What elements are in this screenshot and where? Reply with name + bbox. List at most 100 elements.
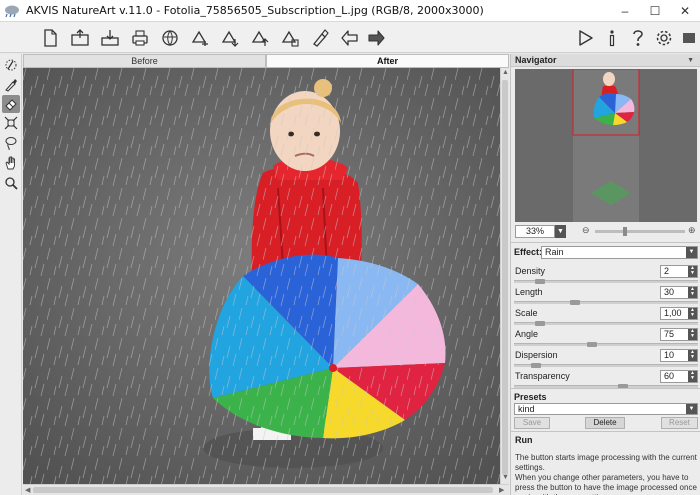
help-button[interactable] <box>626 26 650 50</box>
zoom-in-icon[interactable]: ⊕ <box>688 225 696 236</box>
effect-value: Rain <box>545 247 564 257</box>
collapse-arrow-icon[interactable]: ▼ <box>687 54 694 67</box>
param-slider[interactable] <box>514 363 698 368</box>
maximize-button[interactable]: ☐ <box>640 0 670 22</box>
info-button[interactable] <box>600 26 624 50</box>
settings-button[interactable] <box>652 26 676 50</box>
effect-select[interactable]: Rain ▼ <box>541 246 698 259</box>
zoom-value[interactable]: 33% <box>515 225 555 238</box>
brush-button[interactable] <box>308 26 332 50</box>
spinner-icon[interactable]: ▲ ▼ <box>688 287 697 298</box>
divider <box>511 388 700 389</box>
hand-tool-icon <box>5 156 15 170</box>
brush-tool[interactable] <box>2 76 20 94</box>
save-image-button[interactable] <box>98 26 122 50</box>
spinner-icon[interactable]: ▲ ▼ <box>688 350 697 361</box>
lasso-tool[interactable] <box>2 134 20 152</box>
vertical-scroll-thumb[interactable] <box>502 80 508 475</box>
run-icon <box>579 30 593 46</box>
preset-select[interactable]: kind ▼ <box>514 403 698 415</box>
redo-arrow-icon <box>368 30 385 46</box>
zoom-controls: 33% ▼ ⊖ ⊕ <box>515 225 697 239</box>
new-file-button[interactable] <box>38 26 62 50</box>
export-icon <box>251 30 269 46</box>
param-value: 1,00 <box>664 308 682 318</box>
rain-photo <box>23 68 500 484</box>
vertical-scrollbar[interactable]: ▲ ▼ <box>500 68 509 484</box>
share-button[interactable] <box>158 26 182 50</box>
param-slider[interactable] <box>514 279 698 284</box>
tab-before[interactable]: Before <box>23 54 266 68</box>
tab-after[interactable]: After <box>266 54 509 68</box>
crop-tool[interactable] <box>2 114 20 132</box>
param-value-field[interactable]: 1,00 ▲ ▼ <box>660 307 698 320</box>
param-row: Angle 75 ▲ ▼ <box>514 328 698 349</box>
zoom-out-icon[interactable]: ⊖ <box>582 225 590 236</box>
reset-preset-button[interactable]: Reset <box>661 417 698 429</box>
image-canvas[interactable] <box>23 68 500 484</box>
param-value-field[interactable]: 75 ▲ ▼ <box>660 328 698 341</box>
param-slider[interactable] <box>514 321 698 326</box>
redo-button[interactable] <box>364 26 388 50</box>
open-image-button[interactable] <box>68 26 92 50</box>
scroll-right-icon[interactable]: ▶ <box>499 486 504 494</box>
zoom-dropdown-icon[interactable]: ▼ <box>555 225 566 238</box>
spinner-icon[interactable]: ▲ ▼ <box>688 371 697 382</box>
param-value: 10 <box>664 350 675 360</box>
save-preset-button[interactable]: Save <box>514 417 550 429</box>
brush-icon <box>313 29 329 47</box>
print-button[interactable] <box>128 26 152 50</box>
import-button[interactable] <box>218 26 242 50</box>
scroll-left-icon[interactable]: ◀ <box>25 486 30 494</box>
param-slider[interactable] <box>514 300 698 305</box>
snapshot-button[interactable] <box>278 26 302 50</box>
run-button[interactable] <box>573 26 597 50</box>
spinner-icon[interactable]: ▲ ▼ <box>688 266 697 277</box>
eraser-tool[interactable] <box>2 95 20 113</box>
zoom-slider-knob[interactable] <box>623 227 627 236</box>
close-button[interactable]: ✕ <box>670 0 700 22</box>
crop-tool-icon <box>4 116 18 130</box>
param-slider[interactable] <box>514 342 698 347</box>
param-slider-knob[interactable] <box>587 342 597 347</box>
param-slider-knob[interactable] <box>570 300 580 305</box>
param-row: Length 30 ▲ ▼ <box>514 286 698 307</box>
zoom-tool[interactable] <box>2 174 20 192</box>
zoom-tool-icon <box>5 177 18 190</box>
param-slider-knob[interactable] <box>535 279 545 284</box>
spinner-icon[interactable]: ▲ ▼ <box>688 329 697 340</box>
settings-icon <box>656 30 672 46</box>
export-button[interactable] <box>248 26 272 50</box>
rain-drops-tool[interactable] <box>2 56 20 74</box>
navigator-preview[interactable] <box>515 69 697 222</box>
param-value-field[interactable]: 2 ▲ ▼ <box>660 265 698 278</box>
chevron-down-icon[interactable]: ▼ <box>686 404 697 414</box>
undo-arrow-icon <box>341 30 358 46</box>
param-value-field[interactable]: 30 ▲ ▼ <box>660 286 698 299</box>
chevron-down-icon[interactable]: ▼ <box>686 247 697 258</box>
lasso-tool-icon <box>5 137 17 150</box>
param-row: Scale 1,00 ▲ ▼ <box>514 307 698 328</box>
zoom-slider[interactable] <box>595 227 685 236</box>
scroll-up-icon[interactable]: ▲ <box>502 69 509 76</box>
hand-tool[interactable] <box>2 154 20 172</box>
param-label: Scale <box>515 308 538 318</box>
batch-button[interactable] <box>188 26 212 50</box>
undo-button[interactable] <box>338 26 362 50</box>
param-slider-knob[interactable] <box>535 321 545 326</box>
window-title: AKVIS NatureArt v.11.0 - Fotolia_7585650… <box>26 4 484 17</box>
param-label: Dispersion <box>515 350 558 360</box>
param-label: Transparency <box>515 371 570 381</box>
minimize-button[interactable]: – <box>610 0 640 22</box>
horizontal-scroll-thumb[interactable] <box>33 487 493 493</box>
scroll-down-icon[interactable]: ▼ <box>502 474 509 481</box>
horizontal-scrollbar[interactable]: ◀ ▶ <box>23 484 509 495</box>
delete-preset-button[interactable]: Delete <box>585 417 625 429</box>
param-value: 2 <box>664 266 670 276</box>
spinner-icon[interactable]: ▲ ▼ <box>688 308 697 319</box>
param-value-field[interactable]: 10 ▲ ▼ <box>660 349 698 362</box>
param-slider-knob[interactable] <box>531 363 541 368</box>
param-value: 75 <box>664 329 675 339</box>
panel-toggle-button[interactable] <box>677 26 700 50</box>
param-value-field[interactable]: 60 ▲ ▼ <box>660 370 698 383</box>
